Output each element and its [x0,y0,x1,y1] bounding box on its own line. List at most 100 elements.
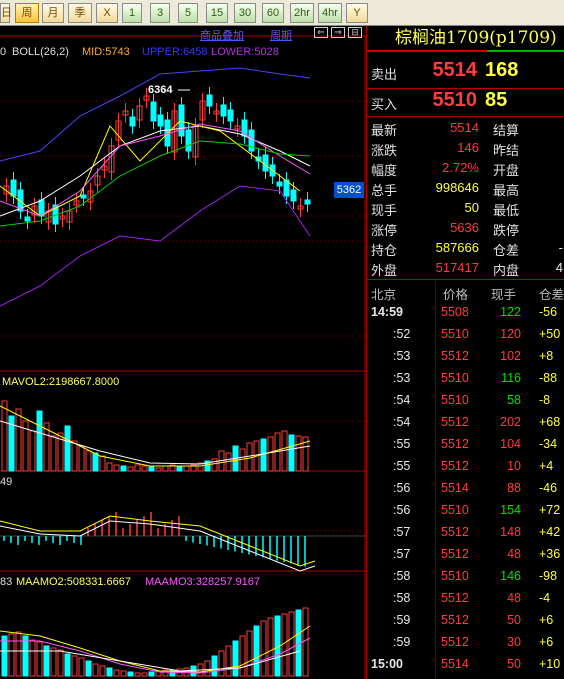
period-tab[interactable]: 周期 [270,27,292,43]
tick-time: :57 [393,547,411,561]
period-button-4hr[interactable]: 4hr [318,3,342,23]
tick-oi-change: +4 [539,459,554,473]
period-button-15[interactable]: 15 [206,3,228,23]
stat-label: 外盘 [371,264,398,279]
period-button-周[interactable]: 周 [15,3,39,23]
stat-value: - [558,240,563,255]
oi-bar [22,635,29,677]
tick-time: :58 [393,569,411,583]
oi-bar [1,635,8,677]
oi-bar [120,670,127,677]
tick-volume: 148 [500,525,521,539]
tick-row: :52 5510 120 +50 [367,324,564,346]
volume-bar [176,466,183,472]
stat-label: 仓差 [493,244,520,259]
tick-time: :54 [393,415,411,429]
oi-bar [113,669,120,677]
tick-oi-change: +36 [539,547,561,561]
divider [367,279,564,280]
oi-bar [29,639,36,677]
tick-volume: 202 [500,415,521,429]
tick-volume: 50 [507,613,521,627]
volume-bar [120,465,127,472]
volume-bar [148,466,155,472]
tick-price: 5510 [441,371,469,385]
tick-row: :56 5510 154 +72 [367,500,564,522]
tick-price: 5512 [441,547,469,561]
tick-oi-change: -98 [539,569,558,583]
tick-row: :57 5512 148 +42 [367,522,564,544]
oi-bar [225,645,232,677]
sell-price: 5514 [432,59,478,81]
oi-bar [134,672,141,677]
oi-bar [204,660,211,677]
stat-label: 内盘 [493,264,520,279]
next-icon[interactable]: ⇒ [331,27,346,38]
period-button-2hr[interactable]: 2hr [290,3,314,23]
tick-volume: 10 [507,459,521,473]
volume-bar [85,450,92,472]
tick-price: 5512 [441,349,469,363]
stat-label: 持仓 [371,244,398,259]
tick-time: :56 [393,503,411,517]
stat-value: 146 [457,140,479,155]
oi-bar [302,607,309,677]
tick-volume: 116 [501,371,521,385]
tick-volume: 48 [507,547,521,561]
stat-row: 现手 50 最低 [367,198,564,219]
period-button-5[interactable]: 5 [178,3,198,23]
tick-row: :55 5512 10 +4 [367,456,564,478]
volume-bar [141,465,148,472]
stat-label: 昨结 [493,144,520,159]
tick-price: 5514 [441,657,469,671]
period-button-60[interactable]: 60 [262,3,284,23]
chart-area[interactable]: 商品叠加 周期 ⇐ ⇒ ⊟ 0 BOLL(26,2) MID:5743 UPPE… [0,26,366,679]
period-button-月[interactable]: 月 [42,3,64,23]
maximize-icon[interactable]: ⊟ [348,27,363,38]
oi-bar [267,617,274,677]
stat-value: 2.72% [442,160,479,175]
current-price-tag: 5362 [334,182,364,198]
tick-row: 15:00 5514 50 +10 [367,654,564,676]
tick-row: :59 5512 50 +6 [367,610,564,632]
period-button-季[interactable]: 季 [68,3,92,23]
tick-header-volume: 现手 [491,288,517,302]
stat-row: 涨跌 146 昨结 [367,138,564,159]
candle-body [150,101,157,122]
period-button-1[interactable]: 1 [122,3,142,23]
tick-volume: 88 [507,481,521,495]
volume-bar [162,465,169,472]
volume-bar [246,442,253,472]
boll-lower-line [0,185,311,307]
candle-body [276,181,283,187]
period-button-30[interactable]: 30 [234,3,256,23]
tick-time: :56 [393,481,411,495]
period-button-X[interactable]: X [96,3,118,23]
oi-label-2: MAAMO2:508331.6667 [16,576,131,588]
period-button-日[interactable]: 日 [0,3,12,23]
stat-value: 4 [555,260,563,275]
candle-body [185,129,192,152]
period-button-3[interactable]: 3 [150,3,170,23]
volume-bar [211,458,218,472]
buy-price: 5510 [432,89,478,111]
tick-volume: 120 [500,327,521,341]
tick-oi-change: +6 [539,613,554,627]
window-buttons[interactable]: ⇐ ⇒ ⊟ [314,26,363,38]
oi-bar [232,640,239,677]
period-button-Y[interactable]: Y [346,3,368,23]
prev-icon[interactable]: ⇐ [314,27,328,38]
candle-body [178,104,185,137]
candle-body [206,94,213,107]
title-underline-red [367,50,487,52]
tick-oi-change: +50 [539,327,561,341]
sell-row: 卖出 5514 168 [367,59,564,87]
tick-time: :57 [393,525,411,539]
volume-bar [127,466,134,472]
tick-row: :56 5514 88 -46 [367,478,564,500]
oi-bar [78,657,85,677]
stat-row: 幅度 2.72% 开盘 [367,158,564,179]
stat-value: 50 [464,200,479,215]
overlay-tab[interactable]: 商品叠加 [200,27,244,43]
stat-label: 现手 [371,204,398,219]
